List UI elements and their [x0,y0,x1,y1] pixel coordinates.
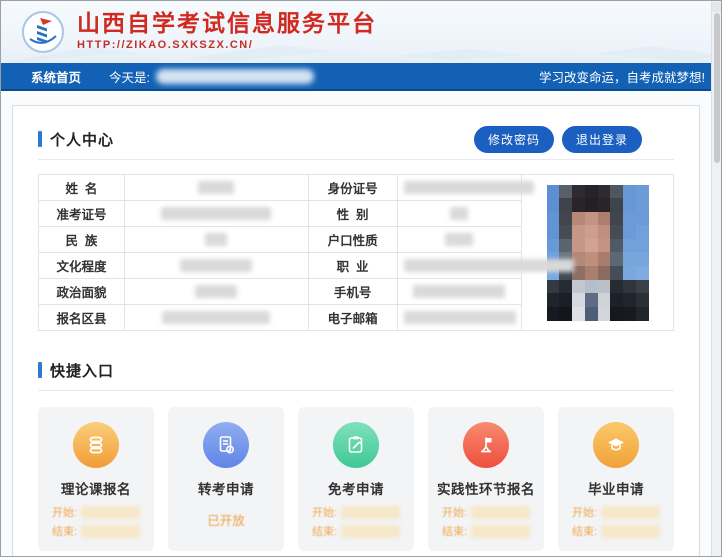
nav-today: 今天是: [109,67,314,86]
date-value-redacted [341,525,400,538]
date-value-redacted [471,506,530,519]
profile-field-value-redacted [124,253,308,279]
scrollbar-thumb[interactable] [714,13,720,163]
profile-field-label: 文化程度 [39,253,125,279]
scrollbar-up-arrow[interactable] [712,2,722,12]
quick-entry-card-title: 实践性环节报名 [436,478,536,498]
profile-field-value-redacted [397,175,521,201]
date-label: 结束: [572,523,597,539]
profile-field-value-redacted [124,201,308,227]
date-value-redacted [601,525,660,538]
profile-table-body: 姓 名 身份证号准考证号 性 别民 族 户口性质文化程度 职 业政治面貌 手机号报名区县 电… [39,175,674,331]
quick-entry-card[interactable]: 免考申请开始: 结束: [298,407,414,551]
browser-page: 山西自学考试信息服务平台 HTTP://ZIKAO.SXKSZX.CN/ 系统首… [0,0,722,557]
date-value-redacted [601,506,660,519]
section-accent-bar [38,362,42,378]
profile-field-value-redacted [124,279,308,305]
profile-field-label: 报名区县 [39,305,125,331]
profile-field-value-redacted [397,279,521,305]
profile-section-header: 个人中心 修改密码 退出登录 [38,128,674,150]
date-value-redacted [341,506,400,519]
profile-field-label: 准考证号 [39,201,125,227]
quick-entry-section-title: 快捷入口 [50,360,114,381]
profile-field-value-redacted [124,175,308,201]
nav-home-link[interactable]: 系统首页 [31,67,81,86]
profile-row: 姓 名 身份证号 [39,175,674,201]
profile-field-label: 姓 名 [39,175,125,201]
quick-entry-card[interactable]: 转考申请已开放 [168,407,284,551]
quick-entry-card-title: 理论课报名 [46,478,146,498]
profile-field-value-redacted [397,227,521,253]
quick-entry-card-status: 已开放 [176,510,276,529]
profile-field-value-redacted [124,227,308,253]
graduation-icon [593,422,639,468]
quick-entry-card-dates: 开始: 结束: [436,504,536,539]
profile-field-label: 户口性质 [308,227,397,253]
profile-field-label: 手机号 [308,279,397,305]
id-photo-pixelated [547,185,649,321]
date-label: 开始: [572,504,597,520]
today-label: 今天是: [109,67,150,86]
date-label: 结束: [312,523,337,539]
date-value-redacted [81,525,140,538]
site-title: 山西自学考试信息服务平台 [77,9,377,37]
profile-field-label: 性 别 [308,201,397,227]
date-label: 结束: [52,523,77,539]
profile-section-title: 个人中心 [50,129,114,150]
quick-entry-card-dates: 开始: 结束: [566,504,666,539]
layers-icon [73,422,119,468]
date-label: 开始: [52,504,77,520]
logout-button[interactable]: 退出登录 [562,126,642,153]
main-content: 个人中心 修改密码 退出登录 姓 名 身份证号准考证号 性 别民 族 户口性质文化程度… [1,91,711,557]
date-value-redacted [81,506,140,519]
section-accent-bar [38,131,42,147]
profile-field-label: 职 业 [308,253,397,279]
date-label: 开始: [312,504,337,520]
profile-field-label: 政治面貌 [39,279,125,305]
today-date-redacted [156,69,314,84]
flag-icon [463,422,509,468]
quick-entry-card-title: 转考申请 [176,478,276,498]
quick-entry-cards: 理论课报名开始: 结束: 转考申请已开放 免考申请开始: 结束: 实践性环节报名开始: 结束… [38,407,674,551]
quick-entry-section-header: 快捷入口 [38,359,674,381]
quick-entry-card-dates: 开始: 结束: [306,504,406,539]
date-value-redacted [471,525,530,538]
profile-field-label: 电子邮箱 [308,305,397,331]
clipboard-icon [333,422,379,468]
date-label: 结束: [442,523,467,539]
profile-field-value-redacted [397,201,521,227]
profile-field-label: 民 族 [39,227,125,253]
profile-photo-cell [522,175,674,331]
content-panel: 个人中心 修改密码 退出登录 姓 名 身份证号准考证号 性 别民 族 户口性质文化程度… [12,105,700,557]
quick-entry-card[interactable]: 实践性环节报名开始: 结束: [428,407,544,551]
profile-field-value-redacted [124,305,308,331]
top-navbar: 系统首页 今天是: 学习改变命运，自考成就梦想! [1,63,721,91]
profile-table: 姓 名 身份证号准考证号 性 别民 族 户口性质文化程度 职 业政治面貌 手机号报名区县 电… [38,174,674,331]
quick-entry-card-dates: 开始: 结束: [46,504,146,539]
change-password-button[interactable]: 修改密码 [474,126,554,153]
quick-entry-card[interactable]: 毕业申请开始: 结束: [558,407,674,551]
platform-logo [21,10,65,54]
quick-entry-card-title: 毕业申请 [566,478,666,498]
section-divider [38,159,674,160]
profile-field-value-redacted [397,305,521,331]
site-header: 山西自学考试信息服务平台 HTTP://ZIKAO.SXKSZX.CN/ [1,1,721,63]
quick-entry-card[interactable]: 理论课报名开始: 结束: [38,407,154,551]
profile-field-value-redacted [397,253,521,279]
profile-field-label: 身份证号 [308,175,397,201]
site-url: HTTP://ZIKAO.SXKSZX.CN/ [77,39,377,51]
nav-slogan: 学习改变命运，自考成就梦想! [539,67,705,86]
date-label: 开始: [442,504,467,520]
scrollbar [711,1,721,556]
section-divider [38,390,674,391]
quick-entry-card-title: 免考申请 [306,478,406,498]
document-icon [203,422,249,468]
